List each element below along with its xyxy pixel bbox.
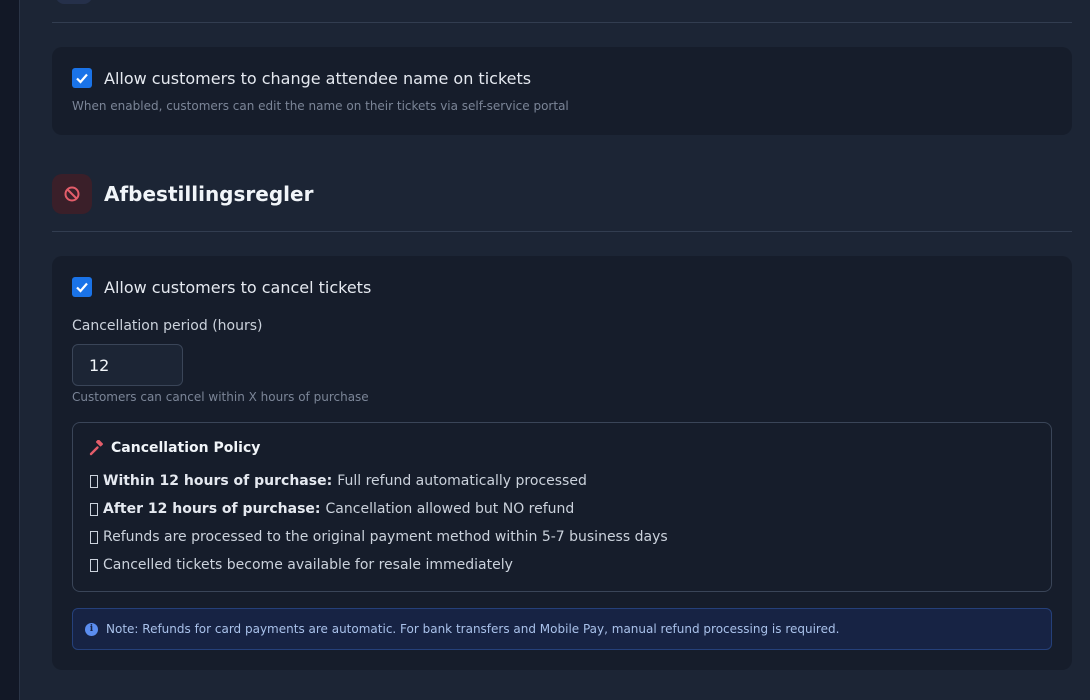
policy-item-text: Cancelled tickets become available for r… bbox=[103, 557, 513, 573]
name-change-help: When enabled, customers can edit the nam… bbox=[72, 99, 569, 113]
check-icon bbox=[76, 73, 88, 84]
section-title: Afbestillingsregler bbox=[104, 182, 314, 206]
policy-item: After 12 hours of purchase: Cancellation… bbox=[89, 501, 574, 517]
gavel-icon bbox=[89, 440, 103, 456]
cancel-label: Allow customers to cancel tickets bbox=[104, 277, 372, 297]
policy-item-bold: Within 12 hours of purchase: bbox=[103, 473, 333, 489]
cancellation-section-header: Afbestillingsregler bbox=[52, 174, 313, 214]
cancellation-period-help: Customers can cancel within X hours of p… bbox=[72, 390, 369, 404]
name-change-card: Allow customers to change attendee name … bbox=[52, 47, 1072, 135]
policy-title-text: Cancellation Policy bbox=[111, 440, 261, 456]
name-change-checkbox[interactable] bbox=[72, 68, 92, 88]
cancellation-period-label: Cancellation period (hours) bbox=[72, 318, 263, 334]
refund-note-text: Note: Refunds for card payments are auto… bbox=[106, 622, 840, 636]
name-change-label: Allow customers to change attendee name … bbox=[104, 68, 532, 88]
sidebar-edge bbox=[0, 0, 20, 700]
section-divider bbox=[52, 231, 1072, 232]
policy-item-text: Refunds are processed to the original pa… bbox=[103, 529, 668, 545]
policy-item-text: Cancellation allowed but NO refund bbox=[325, 501, 575, 517]
policy-item: Within 12 hours of purchase: Full refund… bbox=[89, 473, 587, 489]
cancellation-card: Allow customers to cancel tickets Cancel… bbox=[52, 256, 1072, 670]
info-icon: i bbox=[85, 622, 98, 636]
policy-item-text: Full refund automatically processed bbox=[337, 473, 587, 489]
policy-item-bold: After 12 hours of purchase: bbox=[103, 501, 321, 517]
cancel-row[interactable]: Allow customers to cancel tickets bbox=[72, 277, 371, 297]
warning-icon bbox=[90, 502, 98, 516]
section-divider bbox=[52, 22, 1072, 23]
card-icon bbox=[90, 530, 98, 544]
refund-note: i Note: Refunds for card payments are au… bbox=[72, 608, 1052, 650]
name-change-row[interactable]: Allow customers to change attendee name … bbox=[72, 68, 531, 88]
policy-item: Cancelled tickets become available for r… bbox=[89, 557, 513, 573]
ticket-icon bbox=[90, 558, 98, 572]
check-mark-icon bbox=[90, 474, 98, 488]
check-icon bbox=[76, 282, 88, 293]
policy-item: Refunds are processed to the original pa… bbox=[89, 529, 668, 545]
ban-icon bbox=[52, 174, 92, 214]
section-icon-partial bbox=[56, 0, 92, 4]
policy-title: Cancellation Policy bbox=[89, 440, 260, 456]
cancel-checkbox[interactable] bbox=[72, 277, 92, 297]
cancellation-policy-box: Cancellation Policy Within 12 hours of p… bbox=[72, 422, 1052, 592]
cancellation-period-input[interactable] bbox=[72, 344, 183, 386]
